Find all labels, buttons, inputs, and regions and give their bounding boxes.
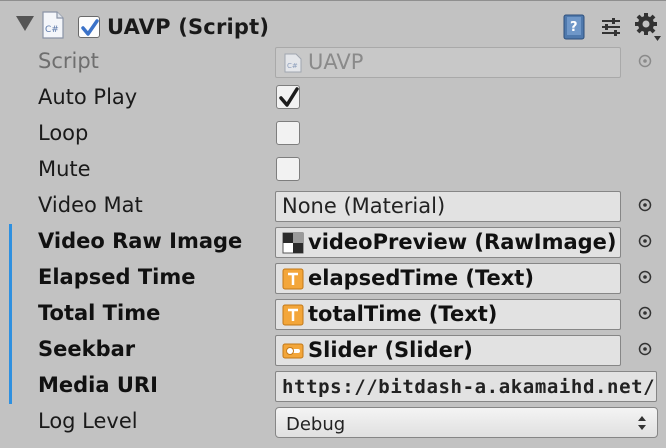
media-uri-label: Media URI [38, 373, 158, 397]
raw-image-icon [282, 232, 304, 254]
video-raw-image-label: Video Raw Image [38, 229, 243, 253]
mute-label: Mute [38, 157, 91, 181]
object-picker-icon[interactable] [638, 342, 652, 356]
checkmark-icon [279, 87, 299, 107]
modified-indicator [9, 260, 12, 296]
seekbar-value: Slider (Slider) [308, 338, 473, 362]
object-picker-icon[interactable] [638, 306, 652, 320]
total-time-value: totalTime (Text) [308, 302, 498, 326]
gear-icon[interactable] [634, 12, 662, 44]
modified-indicator [9, 224, 12, 260]
svg-text:C#: C# [287, 62, 298, 70]
auto-play-label: Auto Play [38, 85, 138, 109]
script-label: Script [38, 49, 99, 73]
loop-label: Loop [38, 121, 89, 145]
text-icon [282, 304, 304, 326]
property-row-mute: Mute [0, 152, 666, 188]
media-uri-value: https://bitdash-a.akamaihd.net/c [282, 376, 657, 398]
csharp-script-icon: C# [42, 11, 64, 39]
seekbar-label: Seekbar [38, 337, 136, 361]
property-row-loop: Loop [0, 116, 666, 152]
updown-arrow-icon [638, 416, 646, 430]
modified-indicator [9, 296, 12, 332]
modified-indicator [9, 332, 12, 368]
mute-checkbox[interactable] [276, 157, 300, 181]
log-level-dropdown[interactable]: Debug [275, 407, 658, 438]
property-row-log-level: Log Level Debug [0, 404, 666, 440]
foldout-arrow-icon[interactable] [16, 16, 34, 31]
property-row-video-mat: Video Mat None (Material) [0, 188, 666, 224]
log-level-value: Debug [286, 414, 346, 435]
svg-text:?: ? [570, 20, 578, 35]
svg-text:C#: C# [45, 25, 59, 35]
property-row-elapsed-time: Elapsed Time elapsedTime (Text) [0, 260, 666, 296]
video-raw-image-field[interactable]: videoPreview (RawImage) [275, 227, 621, 258]
property-row-video-raw-image: Video Raw Image videoPreview (RawImage) [0, 224, 666, 260]
log-level-label: Log Level [38, 409, 138, 433]
total-time-field[interactable]: totalTime (Text) [275, 299, 621, 330]
property-row-seekbar: Seekbar Slider (Slider) [0, 332, 666, 368]
elapsed-time-value: elapsedTime (Text) [308, 266, 534, 290]
object-picker-icon[interactable] [638, 270, 652, 284]
top-divider [0, 0, 666, 1]
checkmark-icon [81, 19, 99, 36]
component-header: C# UAVP (Script) ? [0, 6, 666, 48]
object-picker-icon[interactable] [638, 198, 652, 212]
media-uri-input[interactable]: https://bitdash-a.akamaihd.net/c [275, 371, 657, 402]
video-mat-value: None (Material) [282, 194, 446, 218]
component-title: UAVP (Script) [107, 15, 270, 39]
property-row-media-uri: Media URI https://bitdash-a.akamaihd.net… [0, 368, 666, 404]
property-row-total-time: Total Time totalTime (Text) [0, 296, 666, 332]
preset-sliders-icon[interactable] [600, 16, 622, 38]
component-enabled-checkbox[interactable] [78, 16, 100, 38]
object-picker-icon [638, 54, 652, 68]
property-row-script: Script C# UAVP [0, 44, 666, 80]
modified-indicator [9, 368, 12, 404]
elapsed-time-field[interactable]: elapsedTime (Text) [275, 263, 621, 294]
video-mat-label: Video Mat [38, 193, 143, 217]
video-raw-image-value: videoPreview (RawImage) [308, 230, 617, 254]
script-value: UAVP [308, 50, 364, 74]
csharp-script-icon: C# [284, 53, 302, 73]
text-icon [282, 268, 304, 290]
script-field: C# UAVP [275, 47, 621, 78]
property-row-auto-play: Auto Play [0, 80, 666, 116]
elapsed-time-label: Elapsed Time [38, 265, 196, 289]
object-picker-icon[interactable] [638, 234, 652, 248]
loop-checkbox[interactable] [276, 121, 300, 145]
total-time-label: Total Time [38, 301, 161, 325]
seekbar-field[interactable]: Slider (Slider) [275, 335, 621, 366]
video-mat-field[interactable]: None (Material) [275, 191, 621, 222]
auto-play-checkbox[interactable] [276, 85, 300, 109]
slider-icon [282, 343, 304, 359]
help-book-icon[interactable]: ? [562, 14, 586, 40]
